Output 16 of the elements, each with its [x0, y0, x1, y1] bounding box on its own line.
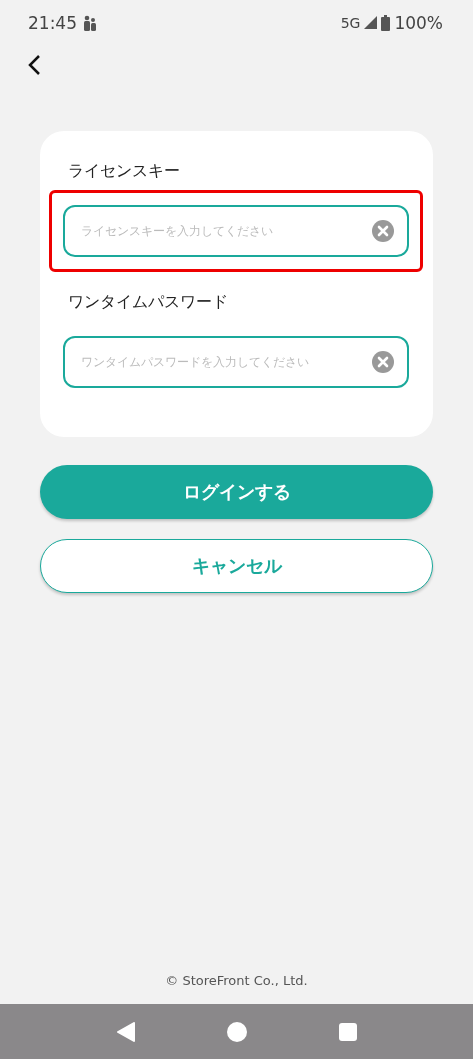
copyright-text: © StoreFront Co., Ltd.: [165, 973, 308, 988]
signal-icon: [364, 16, 378, 29]
back-icon[interactable]: [115, 1021, 136, 1042]
field-label: ライセンスキー: [68, 161, 181, 182]
cancel-button[interactable]: キャンセル: [40, 539, 433, 593]
people-icon: [83, 14, 97, 31]
field-label: ワンタイムパスワード: [68, 292, 229, 313]
clear-icon[interactable]: [371, 350, 395, 374]
clear-icon[interactable]: [371, 219, 395, 243]
login-button[interactable]: ログインする: [40, 465, 433, 519]
clock-time: 21:45: [28, 12, 77, 33]
battery-level: 100%: [394, 12, 443, 33]
battery-icon: [381, 14, 391, 31]
home-icon[interactable]: [227, 1021, 248, 1042]
overview-icon[interactable]: [339, 1022, 358, 1041]
network-type: 5G: [340, 14, 361, 31]
